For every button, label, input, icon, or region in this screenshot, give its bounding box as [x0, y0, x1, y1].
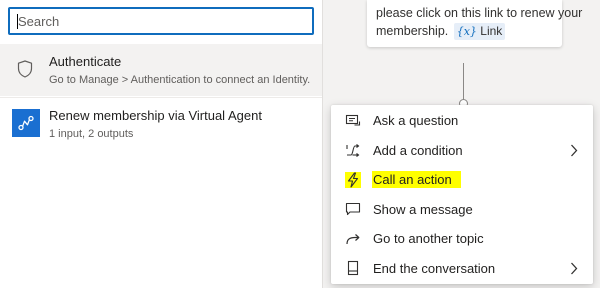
- chevron-right-icon: [569, 261, 579, 275]
- variable-chip[interactable]: {x} Link: [453, 23, 506, 40]
- picker-item-renew-membership[interactable]: Renew membership via Virtual Agent 1 inp…: [0, 97, 322, 149]
- menu-item-label: Call an action: [372, 171, 461, 189]
- menu-item-label: Show a message: [373, 201, 473, 217]
- condition-branch-icon: [345, 142, 361, 158]
- menu-item-show-message[interactable]: Show a message: [331, 195, 593, 225]
- menu-item-label: Ask a question: [373, 113, 459, 129]
- add-node-menu: Ask a question Add a condition Call an a…: [331, 105, 593, 284]
- text-caret: [17, 14, 18, 29]
- action-picker-panel: Authenticate Go to Manage > Authenticati…: [0, 0, 323, 288]
- end-conversation-icon: [345, 260, 361, 276]
- menu-item-end-conversation[interactable]: End the conversation: [331, 254, 593, 284]
- menu-item-call-action[interactable]: Call an action: [331, 165, 593, 195]
- chevron-right-icon: [569, 143, 579, 157]
- message-text-line: please click on this link to renew your: [376, 6, 583, 20]
- menu-item-label: Add a condition: [373, 142, 463, 158]
- question-node-icon: [345, 113, 361, 129]
- redirect-arrow-icon: [345, 231, 361, 247]
- message-text-line-2: membership. {x} Link: [376, 22, 553, 40]
- message-node-card[interactable]: please click on this link to renew your …: [367, 0, 583, 47]
- picker-item-subtitle: 1 input, 2 outputs: [49, 128, 134, 140]
- picker-item-subtitle: Go to Manage > Authentication to connect…: [49, 74, 311, 86]
- message-text-fragment: membership.: [376, 24, 449, 38]
- lightning-icon: [345, 171, 361, 188]
- search-box[interactable]: [8, 7, 314, 35]
- variable-name: Link: [480, 24, 503, 38]
- menu-item-ask-question[interactable]: Ask a question: [331, 106, 593, 136]
- picker-item-authenticate[interactable]: Authenticate Go to Manage > Authenticati…: [0, 44, 322, 96]
- menu-item-add-condition[interactable]: Add a condition: [331, 136, 593, 166]
- menu-item-go-to-topic[interactable]: Go to another topic: [331, 224, 593, 254]
- picker-item-title: Authenticate: [49, 54, 122, 69]
- message-icon: [345, 201, 361, 217]
- search-input[interactable]: [10, 9, 312, 33]
- variable-icon: {x}: [456, 25, 477, 38]
- menu-item-label: End the conversation: [373, 260, 496, 276]
- node-connector-line: [463, 63, 464, 101]
- flow-icon: [12, 109, 40, 137]
- picker-item-title: Renew membership via Virtual Agent: [49, 108, 262, 123]
- shield-icon: [12, 56, 38, 82]
- menu-item-label: Go to another topic: [373, 231, 484, 247]
